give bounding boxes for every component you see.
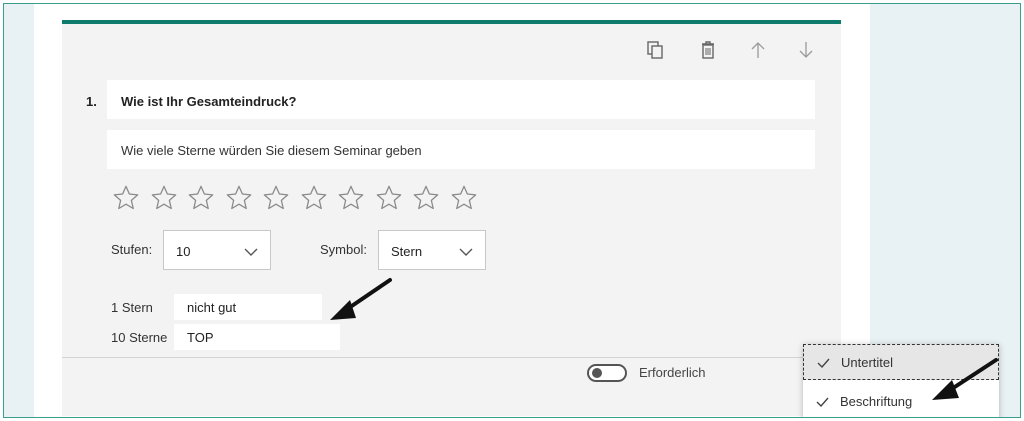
min-label-input[interactable]: nicht gut	[174, 294, 322, 320]
menu-item-label: Beschriftung	[840, 394, 913, 409]
delete-icon[interactable]	[698, 40, 718, 60]
min-label: 1 Stern	[111, 300, 153, 315]
check-icon	[816, 395, 829, 410]
levels-dropdown[interactable]: 10	[163, 230, 271, 270]
symbol-dropdown[interactable]: Stern	[378, 230, 486, 270]
star-icon[interactable]	[112, 182, 150, 214]
annotation-arrow	[932, 358, 998, 400]
star-icon[interactable]	[225, 182, 263, 214]
bottom-accent-bar	[62, 417, 306, 418]
star-icon[interactable]	[412, 182, 450, 214]
star-icon[interactable]	[150, 182, 188, 214]
symbol-label: Symbol:	[320, 242, 367, 257]
question-number: 1.	[86, 94, 97, 109]
copy-icon[interactable]	[645, 40, 665, 60]
required-label: Erforderlich	[639, 365, 706, 380]
levels-value: 10	[176, 244, 191, 259]
max-label-input[interactable]: TOP	[174, 324, 340, 350]
star-icon[interactable]	[450, 182, 488, 214]
annotation-arrow	[330, 278, 392, 320]
question-title[interactable]: Wie ist Ihr Gesamteindruck?	[107, 80, 815, 119]
question-subtitle[interactable]: Wie viele Sterne würden Sie diesem Semin…	[107, 130, 815, 169]
card-divider	[62, 357, 841, 358]
levels-label: Stufen:	[111, 242, 153, 257]
check-icon	[817, 356, 830, 371]
arrow-down-icon[interactable]	[796, 40, 816, 60]
screenshot-frame: 1. Wie ist Ihr Gesamteindruck? Wie viele…	[3, 3, 1021, 418]
arrow-up-icon[interactable]	[748, 40, 768, 60]
star-icon[interactable]	[262, 182, 300, 214]
star-icon[interactable]	[375, 182, 413, 214]
max-label: 10 Sterne	[111, 330, 168, 345]
star-icon[interactable]	[300, 182, 338, 214]
toggle-knob	[592, 368, 602, 378]
required-toggle[interactable]	[587, 364, 627, 382]
menu-item-label: Untertitel	[841, 355, 894, 370]
chevron-down-icon	[244, 245, 258, 260]
star-icon[interactable]	[337, 182, 375, 214]
star-rating	[112, 182, 487, 214]
chevron-down-icon	[459, 245, 473, 260]
symbol-value: Stern	[391, 244, 423, 259]
star-icon[interactable]	[187, 182, 225, 214]
question-card: 1. Wie ist Ihr Gesamteindruck? Wie viele…	[62, 20, 841, 416]
